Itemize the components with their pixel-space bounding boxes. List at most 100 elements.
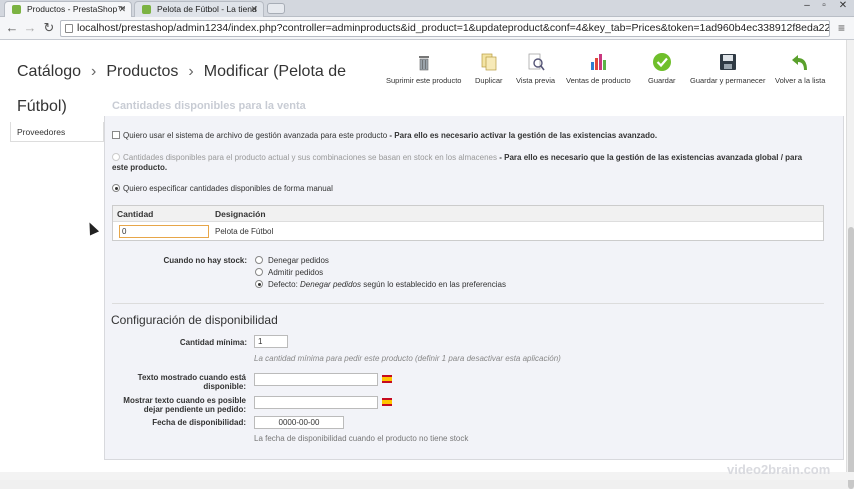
floppy-icon bbox=[719, 54, 736, 70]
page-icon bbox=[65, 24, 73, 33]
toolbar-label: Guardar y permanecer bbox=[690, 76, 766, 85]
toolbar-label: Volver a la lista bbox=[775, 76, 826, 85]
prestashop-favicon-icon bbox=[142, 5, 151, 14]
min-quantity-input[interactable]: 1 bbox=[254, 335, 288, 348]
warehouse-stock-text: Cantidades disponibles para el producto … bbox=[123, 153, 802, 162]
default-suffix: según lo establecido en las preferencias bbox=[363, 280, 506, 289]
availability-date-hint: La fecha de disponibilidad cuando el pro… bbox=[254, 434, 469, 443]
spain-flag-icon[interactable] bbox=[382, 375, 392, 383]
reload-icon[interactable]: ↻ bbox=[41, 20, 57, 36]
spain-flag-icon[interactable] bbox=[382, 398, 392, 406]
default-behavior-text: Defecto: Denegar pedidos según lo establ… bbox=[268, 280, 506, 289]
column-header-quantity: Cantidad bbox=[117, 209, 154, 219]
breadcrumb-products[interactable]: Productos bbox=[106, 63, 178, 80]
tab-strip: Productos - PrestaShop™ ✕ Pelota de Fútb… bbox=[0, 0, 854, 17]
back-arrow-icon bbox=[792, 55, 808, 70]
backorder-text-input[interactable] bbox=[254, 396, 378, 409]
warehouse-stock-note: - Para ello es necesario que la gestión … bbox=[499, 153, 803, 162]
availability-section-title: Configuración de disponibilidad bbox=[111, 313, 278, 327]
url-text: localhost/prestashop/admin1234/index.php… bbox=[77, 22, 830, 34]
address-bar[interactable]: localhost/prestashop/admin1234/index.php… bbox=[60, 20, 830, 37]
label-line: Mostrar texto cuando es posible bbox=[123, 396, 246, 405]
status-strip bbox=[0, 472, 854, 480]
section-title-faded: Cantidades disponibles para la venta bbox=[112, 100, 306, 112]
warehouse-stock-label: Cantidades disponibles para el producto … bbox=[123, 153, 497, 162]
column-header-designation: Designación bbox=[215, 209, 266, 219]
min-quantity-label: Cantidad mínima: bbox=[179, 338, 247, 347]
table-header: Cantidad Designación bbox=[113, 206, 823, 222]
available-text-label: Texto mostrado cuando está disponible: bbox=[110, 373, 246, 391]
label-line: dejar pendiente un pedido: bbox=[143, 405, 246, 414]
label-line: disponible: bbox=[203, 382, 246, 391]
available-text-input[interactable] bbox=[254, 373, 378, 386]
forward-icon[interactable]: → bbox=[22, 20, 38, 36]
minimize-icon[interactable]: – bbox=[800, 0, 814, 11]
manual-quantity-label: Quiero especificar cantidades disponible… bbox=[123, 184, 333, 193]
divider bbox=[112, 303, 824, 304]
default-prefix: Defecto: bbox=[268, 280, 298, 289]
save-and-stay-button[interactable]: Guardar y permanecer bbox=[690, 52, 765, 85]
watermark-logo: video2brain.com bbox=[727, 462, 831, 477]
sidebar-item-suppliers[interactable]: Proveedores bbox=[10, 122, 104, 142]
tab-label: Productos - PrestaShop™ bbox=[27, 4, 126, 14]
out-of-stock-label: Cuando no hay stock: bbox=[163, 256, 247, 265]
toolbar-label: Guardar bbox=[648, 76, 676, 85]
breadcrumb-separator: › bbox=[188, 63, 194, 80]
product-sales-button[interactable]: Ventas de producto bbox=[566, 52, 631, 85]
toolbar-label: Vista previa bbox=[516, 76, 556, 85]
allow-orders-radio[interactable] bbox=[255, 268, 263, 276]
scrollbar-thumb[interactable] bbox=[848, 227, 854, 489]
availability-date-label: Fecha de disponibilidad: bbox=[152, 418, 246, 427]
tab-pelota[interactable]: Pelota de Fútbol - La tiend ✕ bbox=[134, 1, 264, 17]
tab-label: Pelota de Fútbol - La tiend bbox=[157, 4, 257, 14]
tab-productos[interactable]: Productos - PrestaShop™ ✕ bbox=[4, 1, 132, 17]
menu-icon[interactable]: ≡ bbox=[838, 22, 845, 34]
availability-date-input[interactable]: 0000-00-00 bbox=[254, 416, 344, 429]
designation-cell: Pelota de Fútbol bbox=[215, 227, 274, 236]
page-scrollbar[interactable] bbox=[846, 40, 854, 489]
close-tab-icon[interactable]: ✕ bbox=[250, 2, 258, 17]
browser-chrome: Productos - PrestaShop™ ✕ Pelota de Fútb… bbox=[0, 0, 854, 40]
close-window-icon[interactable]: ✕ bbox=[836, 0, 850, 11]
prestashop-favicon-icon bbox=[12, 5, 21, 14]
back-icon[interactable]: ← bbox=[4, 20, 20, 36]
manual-quantity-radio[interactable] bbox=[112, 184, 120, 192]
toolbar-label: Duplicar bbox=[475, 76, 503, 85]
advanced-stock-label: Quiero usar el sistema de archivo de ges… bbox=[123, 131, 388, 140]
min-quantity-hint: La cantidad mínima para pedir este produ… bbox=[254, 354, 561, 363]
preview-icon bbox=[528, 53, 545, 71]
warehouse-stock-radio[interactable] bbox=[112, 153, 120, 161]
duplicate-button[interactable]: Duplicar bbox=[475, 52, 503, 85]
advanced-stock-checkbox[interactable] bbox=[112, 131, 120, 139]
close-tab-icon[interactable]: ✕ bbox=[118, 2, 126, 17]
preview-button[interactable]: Vista previa bbox=[516, 52, 555, 85]
sidebar-item-label: Proveedores bbox=[17, 127, 66, 137]
default-behavior-radio[interactable] bbox=[255, 280, 263, 288]
label-line: Texto mostrado cuando está bbox=[137, 373, 246, 382]
allow-orders-label: Admitir pedidos bbox=[268, 268, 324, 277]
navigation-bar: ← → ↻ localhost/prestashop/admin1234/ind… bbox=[0, 17, 854, 40]
save-check-icon bbox=[652, 53, 671, 71]
maximize-icon[interactable]: ▫ bbox=[817, 0, 831, 11]
save-button[interactable]: Guardar bbox=[648, 52, 676, 85]
new-tab-button[interactable] bbox=[267, 3, 285, 14]
breadcrumb-catalog[interactable]: Catálogo bbox=[17, 63, 81, 80]
breadcrumb-separator: › bbox=[91, 63, 97, 80]
toolbar-label: Suprimir este producto bbox=[386, 76, 462, 85]
backorder-text-label: Mostrar texto cuando es posible dejar pen… bbox=[110, 396, 246, 414]
advanced-stock-note: - Para ello es necesario activar la gest… bbox=[389, 131, 658, 140]
quantity-input[interactable]: 0 bbox=[119, 225, 209, 238]
trash-icon bbox=[418, 56, 429, 71]
warehouse-stock-note-cont: este producto. bbox=[112, 163, 168, 172]
toolbar-label: Ventas de producto bbox=[566, 76, 631, 85]
deny-orders-radio[interactable] bbox=[255, 256, 263, 264]
quantity-table: Cantidad Designación 0 Pelota de Fútbol bbox=[112, 205, 824, 241]
duplicate-icon bbox=[481, 53, 497, 71]
default-value: Denegar pedidos bbox=[300, 280, 361, 289]
breadcrumb: Catálogo › Productos › Modificar (Pelota de … bbox=[17, 54, 367, 124]
delete-product-button[interactable]: Suprimir este producto bbox=[386, 52, 461, 85]
sales-chart-icon bbox=[591, 54, 607, 70]
back-to-list-button[interactable]: Volver a la lista bbox=[775, 52, 825, 85]
deny-orders-label: Denegar pedidos bbox=[268, 256, 329, 265]
advanced-stock-text: Quiero usar el sistema de archivo de ges… bbox=[123, 131, 657, 140]
